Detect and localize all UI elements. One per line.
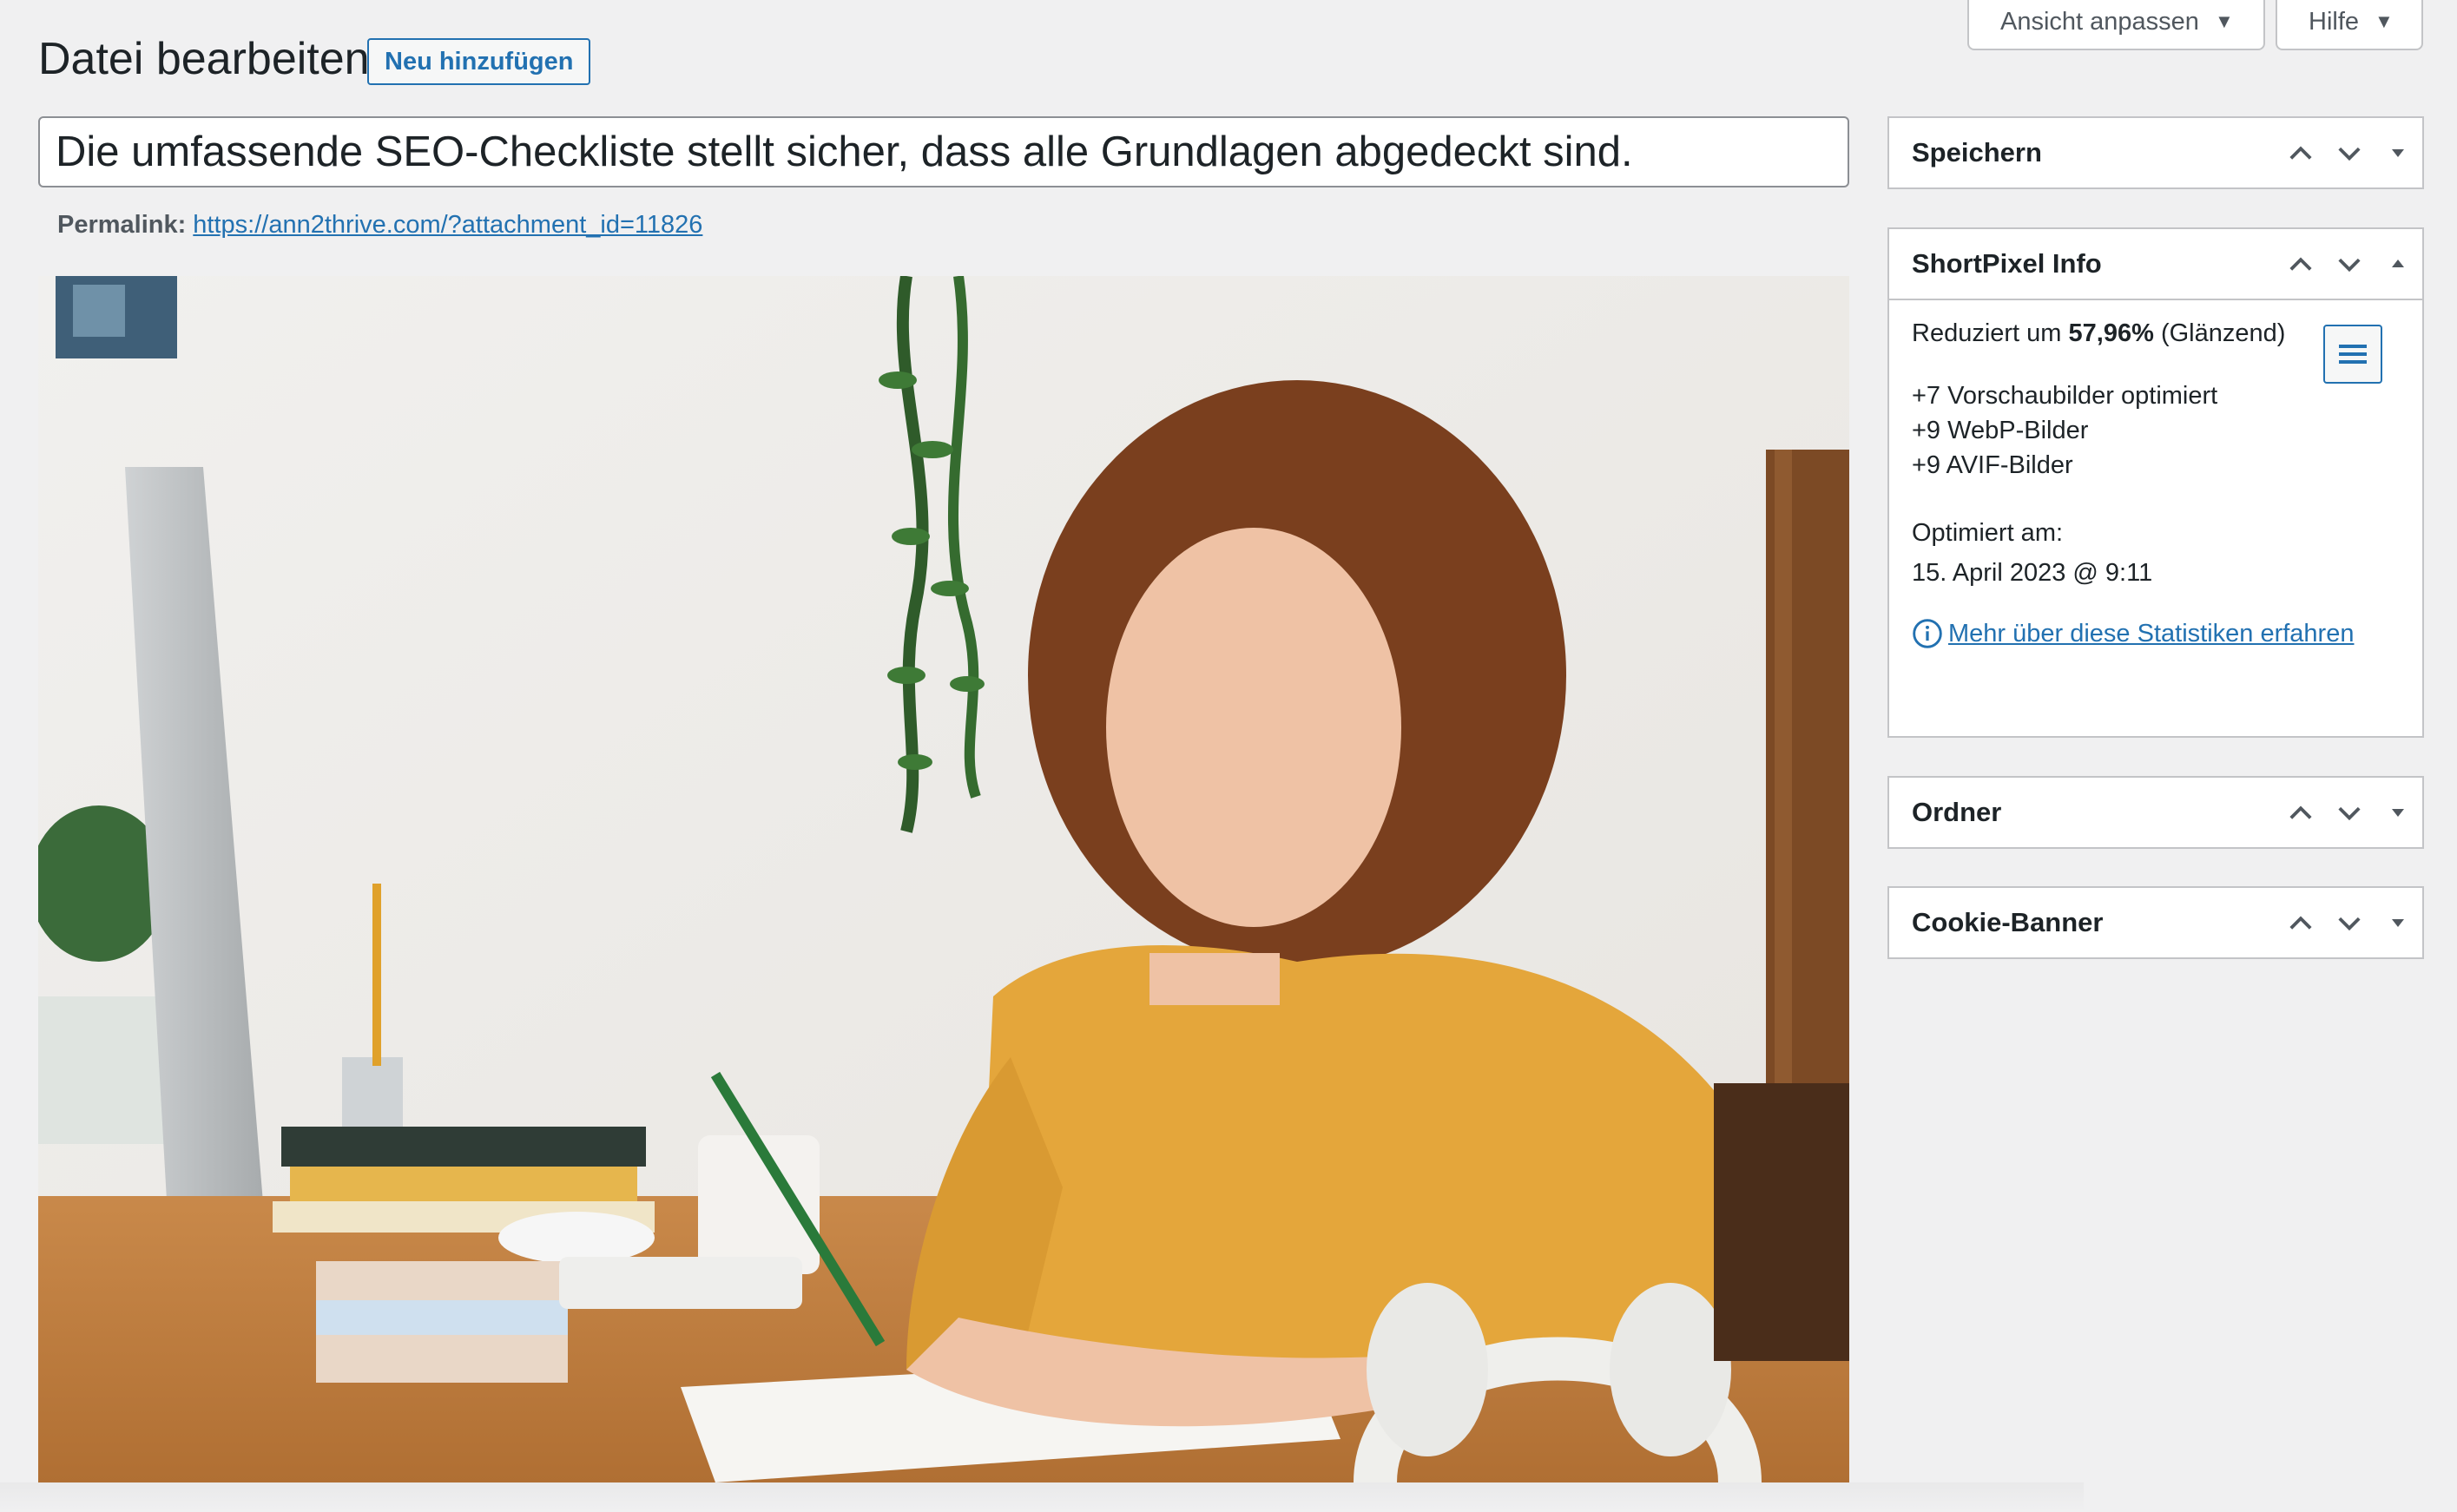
chevron-up-icon[interactable] xyxy=(2276,788,2325,837)
chevron-up-icon[interactable] xyxy=(2276,898,2325,947)
reduction-value: 57,96% xyxy=(2068,319,2154,347)
attachment-image xyxy=(38,276,1849,1482)
cookie-banner-postbox-title: Cookie-Banner xyxy=(1912,907,2104,937)
chevron-up-icon[interactable] xyxy=(2276,128,2325,177)
toggle-arrow-up-icon[interactable] xyxy=(2374,240,2422,288)
chevron-down-icon[interactable] xyxy=(2325,240,2374,288)
shortpixel-postbox-title: ShortPixel Info xyxy=(1912,248,2102,279)
shortpixel-body: Reduziert um 57,96% (Glänzend) +7 Vorsch… xyxy=(1889,299,2422,651)
title-input[interactable]: Die umfassende SEO-Checkliste stellt sic… xyxy=(38,116,1849,187)
menu-icon xyxy=(2339,345,2367,364)
help-label: Hilfe xyxy=(2309,7,2360,36)
permalink: Permalink: https://ann2thrive.com/?attach… xyxy=(57,211,702,240)
stats-link[interactable]: Mehr über diese Statistiken erfahren xyxy=(1912,616,2400,651)
stats-link-label: Mehr über diese Statistiken erfahren xyxy=(1948,620,2355,648)
caret-down-icon: ▼ xyxy=(2375,10,2394,32)
save-postbox-title: Speichern xyxy=(1912,137,2042,168)
chevron-down-icon[interactable] xyxy=(2325,128,2374,177)
permalink-label: Permalink: xyxy=(57,211,187,239)
caret-down-icon: ▼ xyxy=(2214,10,2234,32)
save-postbox: Speichern xyxy=(1887,116,2424,189)
cookie-banner-postbox-header: Cookie-Banner xyxy=(1889,888,2422,957)
permalink-link[interactable]: https://ann2thrive.com/?attachment_id=11… xyxy=(193,211,702,239)
folder-postbox-title: Ordner xyxy=(1912,797,2002,827)
save-postbox-header: Speichern xyxy=(1889,118,2422,187)
toggle-arrow-icon[interactable] xyxy=(2374,788,2422,837)
screen-options-button[interactable]: Ansicht anpassen ▼ xyxy=(1967,0,2265,50)
screen-options-label: Ansicht anpassen xyxy=(2000,7,2199,36)
optimized-date: 15. April 2023 @ 9:11 xyxy=(1912,559,2153,587)
reduction-line: Reduziert um 57,96% (Glänzend) xyxy=(1912,316,2320,351)
shortpixel-postbox: ShortPixel Info Reduziert um 57,96% (Glä… xyxy=(1887,227,2424,738)
avif-line: +9 AVIF-Bilder xyxy=(1912,451,2073,479)
shortpixel-menu-button[interactable] xyxy=(2323,325,2382,384)
reduction-rating: (Glänzend) xyxy=(2160,319,2286,347)
toggle-arrow-icon[interactable] xyxy=(2374,128,2422,177)
page-title: Datei bearbeiten xyxy=(38,34,370,84)
stats-link-row: Mehr über diese Statistiken erfahren xyxy=(1912,616,2400,651)
footer-shadow xyxy=(0,1482,2084,1512)
toggle-arrow-icon[interactable] xyxy=(2374,898,2422,947)
chevron-up-icon[interactable] xyxy=(2276,240,2325,288)
reduction-prefix: Reduziert um xyxy=(1912,319,2062,347)
webp-line: +9 WebP-Bilder xyxy=(1912,417,2089,444)
optimized-label: Optimiert am: xyxy=(1912,519,2064,547)
info-icon xyxy=(1913,619,1942,648)
shortpixel-postbox-header: ShortPixel Info xyxy=(1889,229,2422,299)
folder-postbox-header: Ordner xyxy=(1889,778,2422,847)
folder-postbox: Ordner xyxy=(1887,776,2424,849)
help-button[interactable]: Hilfe ▼ xyxy=(2276,0,2423,50)
chevron-down-icon[interactable] xyxy=(2325,898,2374,947)
add-new-button[interactable]: Neu hinzufügen xyxy=(367,38,591,85)
cookie-banner-postbox: Cookie-Banner xyxy=(1887,886,2424,959)
thumbs-line: +7 Vorschaubilder optimiert xyxy=(1912,382,2218,410)
chevron-down-icon[interactable] xyxy=(2325,788,2374,837)
